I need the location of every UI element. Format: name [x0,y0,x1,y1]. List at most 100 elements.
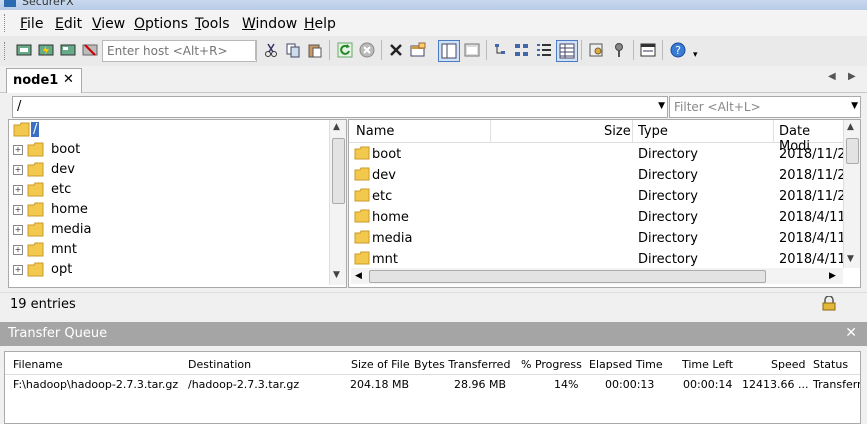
filter-combobox[interactable]: Filter <Alt+L> ▼ [669,96,861,118]
expand-icon[interactable]: + [13,165,23,175]
path-combobox[interactable]: / ▼ [12,96,668,118]
properties-icon[interactable] [410,42,426,58]
key-manager-icon[interactable] [589,42,605,58]
tree-item[interactable]: + etc [9,180,329,200]
menu-edit[interactable]: Edit [55,16,82,32]
column-divider[interactable] [632,120,633,142]
menu-help[interactable]: Help [304,16,336,32]
tab-scroll-right-icon[interactable]: ▶ [848,71,856,82]
expand-icon[interactable]: + [13,145,23,155]
delete-icon[interactable] [388,42,404,58]
toolbar-separator [381,40,382,60]
file-type: Directory [638,210,698,225]
chevron-down-icon[interactable]: ▼ [851,101,858,111]
folder-icon [354,209,370,227]
expand-icon[interactable]: + [13,225,23,235]
toolbar-overflow-icon[interactable]: ▾ [693,50,698,60]
chat-window-icon[interactable] [640,42,656,58]
column-speed[interactable]: Speed [771,358,805,371]
file-type: Directory [638,189,698,204]
large-icons-icon[interactable] [514,42,530,58]
column-elapsed-time[interactable]: Elapsed Time [589,358,663,371]
scrollbar-thumb[interactable] [369,270,766,283]
tab-scroll-left-icon[interactable]: ◀ [828,71,836,82]
column-size[interactable]: Size [604,124,631,139]
transfer-row[interactable]: F:\hadoop\hadoop-2.7.3.tar.gz /hadoop-2.… [5,375,860,395]
scrollbar-thumb[interactable] [846,138,859,164]
tab-node1[interactable]: node1 ✕ [6,68,82,93]
refresh-icon[interactable] [337,42,353,58]
menu-view[interactable]: View [92,16,125,32]
tree-scrollbar[interactable]: ▲ ▼ [329,120,346,285]
scroll-down-icon[interactable]: ▼ [847,254,854,264]
file-row[interactable]: boot Directory 2018/11/22 [349,144,854,165]
column-destination[interactable]: Destination [188,358,251,371]
transfer-size: 204.18 MB [350,378,410,391]
file-row[interactable]: home Directory 2018/4/11 [349,207,846,228]
tree-root[interactable]: / [9,120,329,140]
menu-window[interactable]: Window [242,16,297,32]
menu-tools[interactable]: Tools [195,16,230,32]
keymap-icon[interactable] [611,42,627,58]
expand-icon[interactable]: + [13,245,23,255]
close-icon[interactable]: ✕ [845,325,857,341]
local-view-icon[interactable] [464,42,480,58]
tree-icon[interactable] [492,42,508,58]
tree-item[interactable]: + opt [9,260,329,280]
column-bytes-transferred[interactable]: Bytes Transferred [414,358,510,371]
folder-icon [27,162,45,180]
tree-item[interactable]: + home [9,200,329,220]
details-icon[interactable] [556,40,578,62]
paste-icon[interactable] [307,42,323,58]
scroll-down-icon[interactable]: ▼ [333,270,340,280]
scroll-up-icon[interactable]: ▲ [847,122,854,132]
expand-icon[interactable]: + [13,185,23,195]
tab-close-icon[interactable]: ✕ [63,72,74,87]
transfer-bytes: 28.96 MB [454,378,507,391]
column-status[interactable]: Status [813,358,848,371]
tree-item[interactable]: + boot [9,140,329,160]
column-progress[interactable]: % Progress [521,358,582,371]
connect-icon[interactable] [16,42,32,58]
disconnect-icon[interactable] [82,42,98,58]
tree-item[interactable]: + media [9,220,329,240]
transfer-queue-columns: Filename Destination Size of File Bytes … [5,352,860,375]
host-input[interactable] [102,40,257,62]
stop-icon[interactable] [359,42,375,58]
help-icon[interactable]: ? [670,42,686,58]
split-view-icon[interactable] [438,40,460,62]
file-row[interactable]: etc Directory 2018/11/22 [349,186,854,207]
tree-item[interactable]: + mnt [9,240,329,260]
column-divider[interactable] [773,120,774,142]
copy-icon[interactable] [285,42,301,58]
column-filename[interactable]: Filename [13,358,63,371]
column-type[interactable]: Type [638,124,668,139]
menu-file[interactable]: File [20,16,43,32]
scroll-right-icon[interactable]: ▶ [829,271,836,281]
column-name[interactable]: Name [356,124,394,139]
file-list-vscrollbar[interactable]: ▲ ▼ [843,120,860,268]
list-icon[interactable] [536,42,552,58]
cut-icon[interactable] [263,42,279,58]
column-time-left[interactable]: Time Left [682,358,733,371]
directory-tree: / + boot + dev + etc + home + media + mn… [8,119,347,288]
file-row[interactable]: dev Directory 2018/11/22 [349,165,854,186]
column-divider[interactable] [490,120,491,142]
file-row[interactable]: mnt Directory 2018/4/11 [349,249,846,270]
file-row[interactable]: media Directory 2018/4/11 [349,228,846,249]
folder-icon [27,222,45,240]
transfer-filename: F:\hadoop\hadoop-2.7.3.tar.gz [13,378,179,391]
expand-icon[interactable]: + [13,205,23,215]
scroll-left-icon[interactable]: ◀ [355,271,362,281]
expand-icon[interactable]: + [13,265,23,275]
file-list-hscrollbar[interactable]: ◀ ▶ [351,268,843,284]
folder-icon [354,251,370,269]
menu-options[interactable]: Options [134,16,188,32]
scroll-up-icon[interactable]: ▲ [333,122,340,132]
quick-connect-icon[interactable] [38,42,54,58]
chevron-down-icon[interactable]: ▼ [658,101,665,111]
scrollbar-thumb[interactable] [332,138,345,204]
connect-in-tab-icon[interactable] [60,42,76,58]
column-size-of-file[interactable]: Size of File [351,358,410,371]
tree-item[interactable]: + dev [9,160,329,180]
